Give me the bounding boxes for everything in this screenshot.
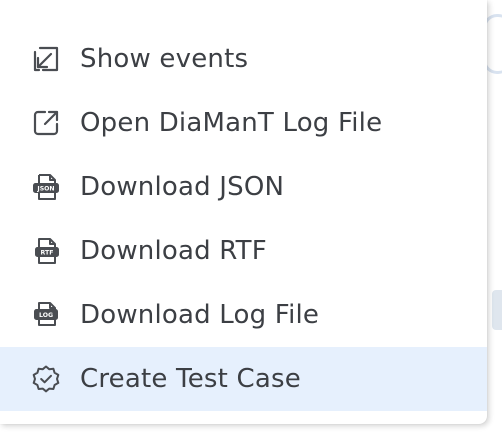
svg-text:JSON: JSON — [36, 186, 54, 193]
svg-text:LOG: LOG — [39, 312, 53, 319]
json-file-icon: JSON — [29, 170, 63, 204]
log-file-icon: LOG — [29, 298, 63, 332]
menu-item-show-events[interactable]: Show events — [0, 27, 487, 91]
badge-check-icon — [29, 362, 63, 396]
menu-item-download-log-file[interactable]: LOG Download Log File — [0, 283, 487, 347]
rtf-file-icon: RTF — [29, 234, 63, 268]
external-link-icon — [29, 106, 63, 140]
svg-text:RTF: RTF — [41, 250, 54, 257]
arrow-down-left-box-icon — [29, 42, 63, 76]
menu-item-label: Download Log File — [80, 300, 320, 330]
menu-item-label: Open DiaManT Log File — [80, 108, 383, 138]
menu-item-label: Create Test Case — [80, 364, 301, 394]
menu-item-label: Show events — [80, 44, 249, 74]
context-menu: Show events Open DiaManT Log File JSON D… — [0, 0, 487, 424]
menu-item-download-json[interactable]: JSON Download JSON — [0, 155, 487, 219]
menu-item-download-rtf[interactable]: RTF Download RTF — [0, 219, 487, 283]
menu-item-open-log-file[interactable]: Open DiaManT Log File — [0, 91, 487, 155]
menu-item-create-test-case[interactable]: Create Test Case — [0, 347, 487, 411]
menu-item-label: Download JSON — [80, 172, 285, 202]
menu-item-label: Download RTF — [80, 236, 267, 266]
background-scroll-edge — [492, 290, 502, 330]
